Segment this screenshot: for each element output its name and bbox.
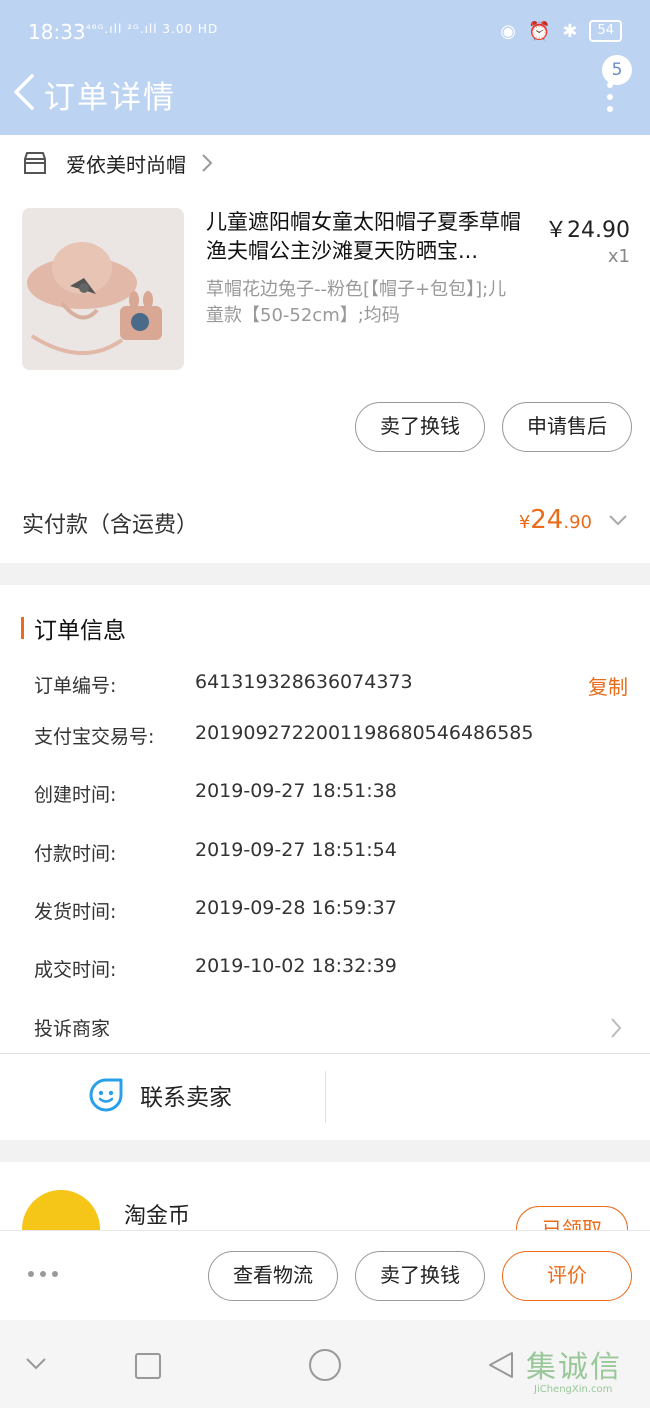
after-sale-button[interactable]: 申请售后 — [502, 402, 632, 452]
paid-time-value: 2019-09-27 18:51:54 — [195, 839, 397, 861]
signal-indicator: ⁴⁶ᴳ.ıll ²ᴳ.ıll 3.00 HD — [86, 22, 219, 36]
shipped-time-value: 2019-09-28 16:59:37 — [195, 897, 397, 919]
watermark-url: JiChengXin.com — [534, 1384, 613, 1395]
more-options-icon[interactable] — [604, 82, 616, 112]
paid-amount-label: 实付款（含运费） — [22, 513, 199, 538]
alipay-trade-number-label: 支付宝交易号: — [34, 726, 155, 748]
shop-name: 爱依美时尚帽 — [66, 152, 186, 177]
coin-section: 淘金币 已领取 — [0, 1162, 650, 1230]
chevron-right-icon — [611, 1018, 622, 1038]
status-bar: 18:33 ⁴⁶ᴳ.ıll ²ᴳ.ıll 3.00 HD ◉ ⏰ ✱ 54 — [0, 0, 650, 60]
battery-icon: 54 — [589, 20, 622, 42]
more-actions-icon[interactable] — [28, 1271, 58, 1277]
completed-time-label: 成交时间: — [34, 959, 117, 981]
product-quantity: x1 — [607, 246, 630, 267]
watermark-logo: 集诚信 JiChengXin.com — [526, 1338, 636, 1400]
contact-seller-label: 联系卖家 — [140, 1085, 232, 1111]
sell-for-cash-button[interactable]: 卖了换钱 — [355, 1251, 485, 1301]
amount-integer: 24 — [530, 505, 564, 535]
created-time-label: 创建时间: — [34, 784, 117, 806]
chevron-right-icon — [202, 154, 213, 172]
order-number-label: 订单编号: — [34, 675, 117, 697]
shop-icon — [24, 152, 46, 174]
vertical-divider — [325, 1071, 326, 1123]
sell-for-cash-button[interactable]: 卖了换钱 — [355, 402, 485, 452]
section-title: 订单信息 — [34, 618, 126, 644]
product-spec: 草帽花边兔子--粉色[【帽子+包包】];儿童款【50-52cm】;均码 — [206, 279, 507, 326]
watermark-text: 集诚信 — [526, 1350, 622, 1385]
complain-seller-label: 投诉商家 — [34, 1018, 111, 1040]
home-icon[interactable] — [308, 1348, 342, 1382]
status-time: 18:33 — [28, 20, 86, 44]
chat-face-icon — [89, 1078, 123, 1112]
created-time-value: 2019-09-27 18:51:38 — [195, 780, 397, 802]
complain-seller-row[interactable]: 投诉商家 — [0, 1003, 650, 1053]
alipay-trade-number-value: 2019092722001198680546486585 — [195, 722, 534, 744]
coin-claimed-button[interactable]: 已领取 — [516, 1206, 628, 1230]
copy-button[interactable]: 复制 — [588, 671, 628, 700]
product-image[interactable] — [22, 208, 184, 370]
shipped-time-label: 发货时间: — [34, 901, 117, 923]
bottom-action-bar: 查看物流 卖了换钱 评价 — [0, 1230, 650, 1320]
system-navigation-bar: 集诚信 JiChengXin.com — [0, 1320, 650, 1408]
chevron-down-icon[interactable] — [24, 1356, 48, 1372]
back-triangle-icon[interactable] — [486, 1350, 516, 1380]
section-accent-bar — [21, 617, 24, 639]
alarm-icon: ⏰ — [527, 20, 551, 42]
back-arrow-icon[interactable] — [10, 72, 42, 112]
product-section: 爱依美时尚帽 儿童遮阳帽女童太阳帽子夏季草帽渔夫帽公主沙滩夏天防晒宝... ￥2… — [0, 135, 650, 563]
gold-coin-icon — [22, 1190, 100, 1230]
lock-icon: ◉ — [500, 20, 516, 42]
coin-title: 淘金币 — [124, 1204, 191, 1229]
paid-amount: ¥24.90 — [519, 505, 592, 535]
amount-decimal: .90 — [563, 512, 592, 533]
product-title[interactable]: 儿童遮阳帽女童太阳帽子夏季草帽渔夫帽公主沙滩夏天防晒宝... — [206, 208, 536, 266]
contact-seller-button[interactable]: 联系卖家 — [88, 1077, 232, 1113]
order-info-section: 订单信息 订单编号: 641319328636074373 复制 支付宝交易号:… — [0, 585, 650, 1140]
view-logistics-button[interactable]: 查看物流 — [208, 1251, 338, 1301]
bluetooth-icon: ✱ — [562, 20, 578, 42]
message-count-badge[interactable]: 5 — [602, 55, 632, 85]
currency-symbol: ¥ — [518, 512, 531, 533]
shop-row[interactable]: 爱依美时尚帽 — [22, 143, 214, 183]
chevron-down-icon[interactable] — [608, 513, 628, 527]
product-price: ￥24.90 — [545, 218, 630, 243]
status-icons: ◉ ⏰ ✱ 54 — [500, 20, 622, 42]
order-number-value: 641319328636074373 — [195, 671, 413, 693]
divider — [0, 1053, 650, 1054]
straw-hat-image — [22, 208, 184, 370]
review-button[interactable]: 评价 — [502, 1251, 632, 1301]
paid-time-label: 付款时间: — [34, 843, 117, 865]
completed-time-value: 2019-10-02 18:32:39 — [195, 955, 397, 977]
app-header: 18:33 ⁴⁶ᴳ.ıll ²ᴳ.ıll 3.00 HD ◉ ⏰ ✱ 54 订单… — [0, 0, 650, 135]
page-title: 订单详情 — [44, 80, 176, 116]
recent-apps-icon[interactable] — [134, 1352, 162, 1380]
